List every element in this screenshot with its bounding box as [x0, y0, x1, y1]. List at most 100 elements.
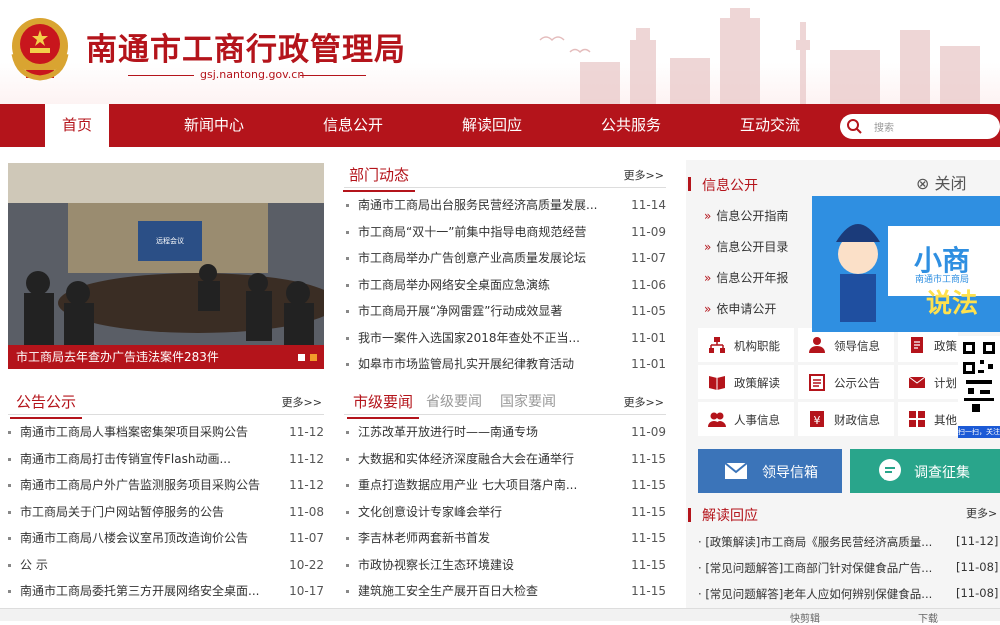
people-icon	[708, 412, 726, 427]
notice-icon	[809, 374, 825, 391]
list-item[interactable]: 市工商局“双十一”前集中指导电商规范经营 11-09	[346, 219, 666, 246]
list-item[interactable]: 市工商局举办广告创意产业高质量发展论坛 11-07	[346, 245, 666, 272]
open-book-icon	[709, 376, 725, 390]
list-item[interactable]: 江苏改革开放进行时——南通专场 11-09	[346, 419, 666, 446]
ad-illustration: 小商 南通市工商局 说法	[812, 196, 1000, 332]
list-item[interactable]: 市工商局开展“净网雷霆”行动成效显著 11-05	[346, 298, 666, 325]
banner-dot-2[interactable]	[310, 354, 317, 361]
notices-list: 南通市工商局人事档案密集架项目采购公告 11-12 南通市工商局打击传销宣传Fla…	[8, 419, 324, 605]
title-marker	[688, 177, 691, 191]
grid-icon	[909, 411, 925, 427]
dept-news-more-link[interactable]: 更多>>	[624, 167, 664, 183]
tile-plan[interactable]: 计划	[898, 365, 958, 399]
search-icon[interactable]	[846, 118, 862, 134]
domain-line-right	[300, 75, 366, 76]
list-item[interactable]: 大数据和实体经济深度融合大会在通举行 11-15	[346, 446, 666, 473]
nav-interpretation[interactable]: 解读回应	[442, 104, 542, 147]
city-news-header: 市级要闻 省级要闻 国家要闻 更多>>	[344, 387, 666, 419]
qr-code-icon	[962, 342, 996, 420]
leader-mailbox-button[interactable]: 领导信箱	[698, 449, 842, 493]
tab-province-news[interactable]: 省级要闻	[426, 391, 482, 411]
city-skyline-decoration	[539, 8, 980, 104]
site-header: 南通市工商行政管理局 gsj.nantong.gov.cn	[0, 0, 1000, 104]
list-item[interactable]: 如皋市市场监管局扎实开展纪律教育活动 11-01	[346, 351, 666, 378]
news-banner[interactable]: 远程会议 市工商局去年查办广告违法案件283件	[8, 163, 324, 369]
list-item[interactable]: 南通市工商局八楼会议室吊顶改造询价公告 11-07	[8, 525, 324, 552]
org-chart-icon	[709, 337, 725, 353]
info-open-title[interactable]: 信息公开	[702, 175, 758, 195]
ad-text-2: 说法	[926, 289, 978, 319]
yuan-icon: ¥	[810, 411, 824, 427]
nav-public-service[interactable]: 公共服务	[581, 104, 681, 147]
quick-edit-button[interactable]: 快剪辑	[790, 610, 820, 625]
tile-policy-interpretation[interactable]: 政策解读	[698, 365, 794, 399]
reading-list: · [政策解读]市工商局《服务民营经济高质量... [11-12] · [常见问…	[698, 532, 998, 602]
list-item[interactable]: 重点打造数据应用产业 七大项目落户南... 11-15	[346, 472, 666, 499]
link-info-annual-report[interactable]: » 信息公开年报	[704, 269, 788, 286]
reading-title[interactable]: 解读回应	[702, 505, 758, 525]
notices-title[interactable]: 公告公示	[10, 391, 83, 419]
ad-text-1: 小商	[914, 244, 970, 277]
list-item[interactable]: · [常见问题解答]老年人应如何辨别保健食品... [11-08]	[698, 586, 998, 602]
banner-dot-1[interactable]	[298, 354, 305, 361]
mail-check-icon	[908, 376, 926, 388]
chat-icon	[879, 459, 901, 481]
dept-news-title[interactable]: 部门动态	[343, 164, 416, 192]
list-item[interactable]: 市工商局举办网络安全桌面应急演练 11-06	[346, 272, 666, 299]
notices-more-link[interactable]: 更多>>	[282, 394, 322, 410]
document-icon	[911, 337, 923, 353]
nav-interaction[interactable]: 互动交流	[720, 104, 820, 147]
tile-announcements[interactable]: 公示公告	[798, 365, 894, 399]
list-item[interactable]: 南通市工商局出台服务民营经济高质量发展... 11-14	[346, 192, 666, 219]
tab-city-news[interactable]: 市级要闻	[347, 391, 420, 419]
tab-national-news[interactable]: 国家要闻	[500, 391, 556, 411]
list-item[interactable]: 南通市工商局人事档案密集架项目采购公告 11-12	[8, 419, 324, 446]
tile-org-functions[interactable]: 机构职能	[698, 328, 794, 362]
tile-finance-info[interactable]: ¥ 财政信息	[798, 402, 894, 436]
list-item[interactable]: 建筑施工安全生产展开百日大检查 11-15	[346, 578, 666, 605]
banner-photo: 远程会议	[8, 163, 324, 369]
survey-button[interactable]: 调查征集	[850, 449, 1000, 493]
close-icon[interactable]: ⊗	[916, 174, 929, 193]
tile-policy[interactable]: 政策	[898, 328, 958, 362]
list-item[interactable]: · [常见问题解答]工商部门针对保健食品广告... [11-08]	[698, 560, 998, 576]
link-info-guide[interactable]: » 信息公开指南	[704, 207, 788, 224]
link-info-by-request[interactable]: » 依申请公开	[704, 300, 776, 317]
list-item[interactable]: 公 示 10-22	[8, 552, 324, 579]
ad-banner[interactable]: 小商 南通市工商局 说法	[812, 196, 1000, 332]
tile-other[interactable]: 其他	[898, 402, 958, 436]
national-emblem-icon	[11, 18, 69, 81]
search-placeholder: 搜索	[874, 123, 894, 134]
notices-header: 公告公示 更多>>	[8, 387, 324, 419]
qr-code: 扫一扫，关注我们	[958, 336, 1000, 438]
list-item[interactable]: 南通市工商局打击传销宣传Flash动画... 11-12	[8, 446, 324, 473]
list-item[interactable]: 我市一案件入选国家2018年查处不正当... 11-01	[346, 325, 666, 352]
tile-leader-info[interactable]: 领导信息	[798, 328, 894, 362]
list-item[interactable]: 市工商局关于门户网站暂停服务的公告 11-08	[8, 499, 324, 526]
dept-news-list: 南通市工商局出台服务民营经济高质量发展... 11-14 市工商局“双十一”前集中…	[346, 192, 666, 378]
link-info-catalog[interactable]: » 信息公开目录	[704, 238, 788, 255]
list-item[interactable]: · [政策解读]市工商局《服务民营经济高质量... [11-12]	[698, 534, 998, 550]
person-icon	[809, 337, 825, 353]
reading-more-link[interactable]: 更多>	[966, 505, 997, 521]
banner-caption[interactable]: 市工商局去年查办广告违法案件283件	[8, 345, 324, 369]
dept-news-header: 部门动态 更多>>	[343, 160, 666, 192]
city-news-more-link[interactable]: 更多>>	[624, 394, 664, 410]
list-item[interactable]: 南通市工商局户外广告监测服务项目采购公告 11-12	[8, 472, 324, 499]
search-box[interactable]: 搜索	[840, 114, 1000, 139]
close-ad-button[interactable]: ⊗ 关闭	[916, 170, 967, 194]
domain-line-left	[128, 75, 194, 76]
site-title: 南通市工商行政管理局	[86, 32, 406, 68]
list-item[interactable]: 文化创意设计专家峰会举行 11-15	[346, 499, 666, 526]
site-domain: gsj.nantong.gov.cn	[200, 68, 305, 81]
nav-news-center[interactable]: 新闻中心	[164, 104, 264, 147]
list-item[interactable]: 市政协视察长江生态环境建设 11-15	[346, 552, 666, 579]
tile-personnel-info[interactable]: 人事信息	[698, 402, 794, 436]
download-button[interactable]: 下载	[918, 610, 938, 625]
city-news-list: 江苏改革开放进行时——南通专场 11-09 大数据和实体经济深度融合大会在通举行 1…	[346, 419, 666, 605]
nav-home[interactable]: 首页	[45, 104, 109, 151]
main-nav: 首页 新闻中心 信息公开 解读回应 公共服务 互动交流 搜索	[0, 104, 1000, 151]
list-item[interactable]: 李吉林老师两套新书首发 11-15	[346, 525, 666, 552]
nav-info-open[interactable]: 信息公开	[303, 104, 403, 147]
list-item[interactable]: 南通市工商局委托第三方开展网络安全桌面... 10-17	[8, 578, 324, 605]
